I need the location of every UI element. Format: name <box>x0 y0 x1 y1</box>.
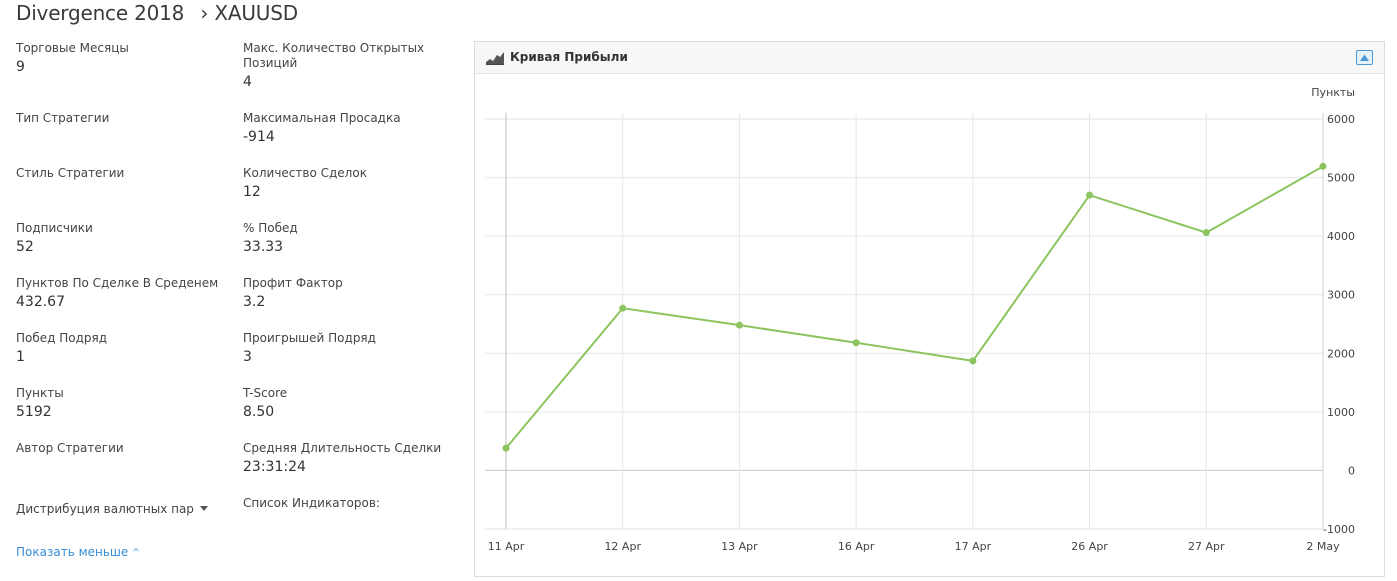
y-axis-title: Пункты <box>1311 86 1355 99</box>
data-point <box>969 357 977 365</box>
stat-value: 33.33 <box>243 239 284 255</box>
stat-label: Пункты <box>16 386 64 400</box>
stat-strategy-author: Автор Стратегии <box>16 441 226 458</box>
y-tick-label: 5000 <box>1327 172 1355 185</box>
stat-consecutive-losses: Проигрышей Подряд 3 <box>243 331 453 366</box>
stat-value: 1 <box>16 349 25 365</box>
stat-label: Количество Сделок <box>243 166 367 180</box>
stat-strategy-style: Стиль Стратегии <box>16 166 226 183</box>
stat-consecutive-wins: Побед Подряд 1 <box>16 331 226 366</box>
stat-value: 9 <box>16 59 25 75</box>
stat-label: % Побед <box>243 221 298 235</box>
stat-label: T-Score <box>243 386 288 400</box>
stat-avg-points-per-trade: Пунктов По Сделке В Среденем 432.67 <box>16 276 226 311</box>
data-point <box>735 321 743 329</box>
stat-subscribers: Подписчики 52 <box>16 221 226 256</box>
y-tick-label: 3000 <box>1327 289 1355 302</box>
data-point <box>1086 191 1094 199</box>
data-point <box>1202 229 1210 237</box>
stat-label: Торговые Месяцы <box>16 41 129 55</box>
stat-label: Пунктов По Сделке В Среденем <box>16 276 219 290</box>
stat-profit-factor: Профит Фактор 3.2 <box>243 276 453 311</box>
data-point <box>619 304 627 312</box>
breadcrumb-separator: › <box>200 1 209 25</box>
stat-value: 3.2 <box>243 294 266 310</box>
stat-t-score: T-Score 8.50 <box>243 386 453 421</box>
stat-points: Пункты 5192 <box>16 386 226 421</box>
indicators-label: Список Индикаторов: <box>243 496 380 510</box>
x-tick-label: 17 Apr <box>955 540 992 553</box>
data-point <box>852 339 860 347</box>
stat-win-percent: % Побед 33.33 <box>243 221 453 256</box>
y-tick-label: -1000 <box>1323 523 1355 536</box>
stat-trade-count: Количество Сделок 12 <box>243 166 453 201</box>
page-title: Divergence 2018 › XAUUSD <box>16 1 298 27</box>
chevron-up-icon: ^ <box>132 548 140 558</box>
x-tick-label: 26 Apr <box>1071 540 1108 553</box>
symbol-name: XAUUSD <box>214 1 298 25</box>
stat-value: -914 <box>243 129 275 145</box>
stat-label: Стиль Стратегии <box>16 166 125 180</box>
stat-label: Автор Стратегии <box>16 441 124 455</box>
stat-value: 8.50 <box>243 404 275 420</box>
series-line <box>505 165 1324 449</box>
y-tick-label: 2000 <box>1327 347 1355 360</box>
stat-label: Побед Подряд <box>16 331 108 345</box>
data-point <box>1319 162 1327 170</box>
x-tick-label: 12 Apr <box>604 540 641 553</box>
stat-value: 5192 <box>16 404 52 420</box>
stat-strategy-type: Тип Стратегии <box>16 111 226 128</box>
stat-value: 432.67 <box>16 294 65 310</box>
stat-max-open-positions: Макс. Количество Открытых Позиций 4 <box>243 41 433 91</box>
stat-value: 23:31:24 <box>243 459 306 475</box>
stat-max-drawdown: Максимальная Просадка -914 <box>243 111 453 146</box>
profit-curve-chart: -1000 0 1000 2000 3000 4000 5000 6000 11 Apr 12 A… <box>485 86 1355 553</box>
currency-distribution-dropdown[interactable]: Дистрибуция валютных пар <box>16 502 208 516</box>
x-tick-label: 16 Apr <box>838 540 875 553</box>
x-tick-label: 2 May <box>1306 540 1340 553</box>
data-point <box>502 444 510 452</box>
stat-label: Профит Фактор <box>243 276 343 290</box>
stat-label: Подписчики <box>16 221 93 235</box>
stat-avg-trade-duration: Средняя Длительность Сделки 23:31:24 <box>243 441 463 476</box>
y-tick-label: 1000 <box>1327 406 1355 419</box>
show-less-link[interactable]: Показать меньше ^ <box>16 545 140 559</box>
stat-label: Тип Стратегии <box>16 111 110 125</box>
stat-value: 3 <box>243 349 252 365</box>
stat-value: 12 <box>243 184 261 200</box>
strategy-name: Divergence 2018 <box>16 1 185 25</box>
x-tick-label: 13 Apr <box>721 540 758 553</box>
stat-label: Проигрышей Подряд <box>243 331 376 345</box>
caret-down-icon <box>199 506 208 511</box>
x-tick-label: 11 Apr <box>488 540 525 553</box>
x-tick-label: 27 Apr <box>1188 540 1225 553</box>
y-tick-label: 4000 <box>1327 230 1355 243</box>
show-less-label: Показать меньше <box>16 545 129 559</box>
y-tick-label: 6000 <box>1327 113 1355 126</box>
stat-value: 4 <box>243 74 252 90</box>
stat-label: Макс. Количество Открытых Позиций <box>243 41 425 70</box>
currency-distribution-label: Дистрибуция валютных пар <box>16 502 194 516</box>
stat-label: Средняя Длительность Сделки <box>243 441 442 455</box>
stat-label: Максимальная Просадка <box>243 111 401 125</box>
stat-value: 52 <box>16 239 34 255</box>
profit-curve-panel: Кривая Прибыли -1000 0 1000 2000 3000 4000 500… <box>474 41 1385 577</box>
stat-trading-months: Торговые Месяцы 9 <box>16 41 226 76</box>
y-tick-label: 0 <box>1348 464 1355 477</box>
